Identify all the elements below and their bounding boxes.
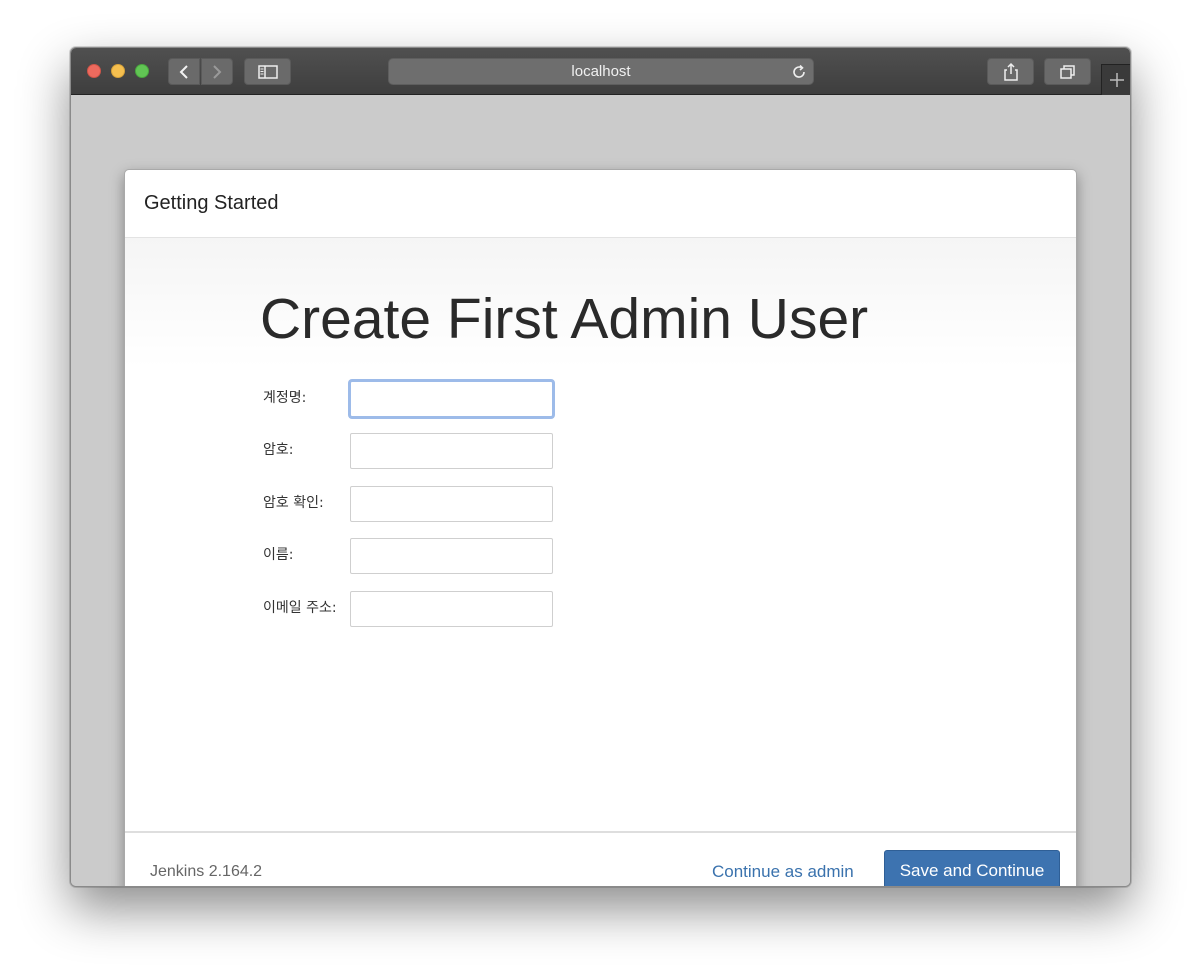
dialog-body: Create First Admin User 계정명: 암호: 암호 확인: … [125, 238, 1076, 831]
password-label: 암호: [263, 442, 294, 458]
reload-icon [793, 64, 805, 78]
share-button[interactable] [987, 58, 1034, 85]
zoom-window-button[interactable] [135, 64, 149, 78]
close-window-button[interactable] [87, 64, 101, 78]
chevron-right-icon [213, 64, 222, 79]
url-text: localhost [571, 63, 631, 80]
sidebar-toggle-button[interactable] [244, 58, 291, 85]
full-name-input[interactable] [350, 538, 553, 574]
chevron-left-icon [179, 64, 188, 79]
email-input[interactable] [350, 591, 553, 627]
setup-wizard-dialog: Getting Started Create First Admin User … [124, 169, 1077, 886]
password-input[interactable] [350, 433, 553, 469]
email-label: 이메일 주소: [263, 600, 337, 616]
browser-window: localhost Getting Started Create First A… [70, 47, 1131, 887]
confirm-password-label: 암호 확인: [263, 495, 324, 511]
sidebar-icon [257, 64, 278, 79]
dialog-title: Getting Started [144, 192, 279, 214]
tabs-overview-icon [1059, 64, 1075, 79]
confirm-password-input[interactable] [350, 486, 553, 522]
page-heading: Create First Admin User [260, 287, 869, 351]
new-tab-button[interactable] [1101, 64, 1130, 95]
version-label: Jenkins 2.164.2 [150, 863, 263, 880]
full-name-label: 이름: [263, 547, 294, 563]
save-and-continue-button[interactable]: Save and Continue [884, 850, 1060, 886]
dialog-footer: Jenkins 2.164.2 Continue as admin Save a… [125, 831, 1076, 886]
share-icon [1003, 62, 1018, 81]
browser-toolbar: localhost [71, 48, 1130, 95]
back-button[interactable] [168, 58, 200, 85]
forward-button[interactable] [201, 58, 233, 85]
reload-button[interactable] [791, 64, 807, 84]
continue-as-admin-link[interactable]: Continue as admin [712, 862, 854, 882]
page-viewport: Getting Started Create First Admin User … [71, 96, 1130, 886]
dialog-header: Getting Started [125, 170, 1076, 238]
username-label: 계정명: [263, 390, 307, 406]
username-input[interactable] [348, 379, 555, 419]
tab-overview-button[interactable] [1044, 58, 1091, 85]
minimize-window-button[interactable] [111, 64, 125, 78]
address-bar[interactable]: localhost [388, 58, 814, 85]
plus-icon [1110, 73, 1124, 87]
